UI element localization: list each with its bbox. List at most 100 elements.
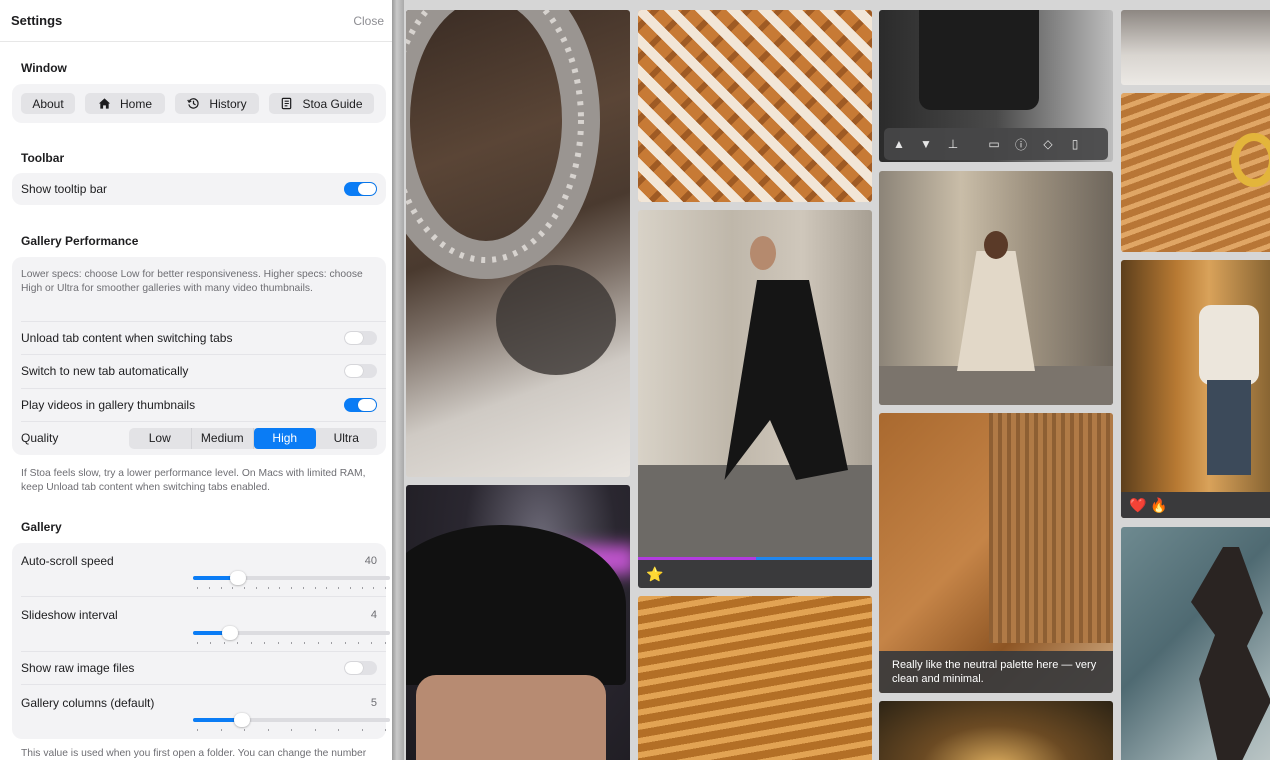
star-icon[interactable]: ⭐ bbox=[646, 566, 663, 583]
ring-illustration bbox=[406, 10, 616, 375]
scarf-shape bbox=[989, 413, 1113, 643]
toggle-knob bbox=[345, 364, 363, 377]
about-button-label: About bbox=[32, 96, 64, 111]
quality-label: Quality bbox=[21, 431, 59, 445]
gallery-tile[interactable] bbox=[879, 171, 1113, 405]
quality-option-ultra[interactable]: Ultra bbox=[316, 428, 378, 449]
gallery-tile[interactable] bbox=[1121, 527, 1270, 760]
trash-icon[interactable]: ▯ bbox=[1068, 137, 1082, 151]
slider-tick bbox=[267, 729, 269, 731]
slider-tick bbox=[317, 642, 319, 644]
photo-knit-mustard bbox=[638, 596, 872, 760]
photo-sunset bbox=[879, 701, 1113, 760]
history-button[interactable]: History bbox=[175, 93, 259, 114]
about-button[interactable]: About bbox=[21, 93, 75, 114]
slider-ticks bbox=[197, 587, 386, 589]
close-button[interactable]: Close bbox=[353, 14, 384, 28]
slider-tick bbox=[232, 587, 234, 589]
gallery-tile[interactable]: ⭐ bbox=[638, 210, 872, 588]
quality-option-low[interactable]: Low bbox=[129, 427, 192, 449]
quality-row: Quality Low Medium High Ultra bbox=[12, 421, 386, 455]
switch-new-tab-row: Switch to new tab automatically bbox=[12, 354, 386, 387]
slider-ticks bbox=[197, 729, 386, 731]
slider-tick bbox=[244, 587, 245, 589]
slider-tick bbox=[291, 587, 292, 589]
gallery-tile[interactable]: ❤️ 🔥 bbox=[1121, 260, 1270, 518]
play-videos-row: Play videos in gallery thumbnails bbox=[12, 388, 386, 421]
section-title-window: Window bbox=[21, 61, 67, 75]
gallery-tile[interactable] bbox=[1121, 93, 1270, 252]
performance-card: Lower specs: choose Low for better respo… bbox=[12, 257, 386, 455]
slider-tick bbox=[197, 587, 198, 589]
reaction-strip: ❤️ 🔥 bbox=[1121, 492, 1270, 518]
slider-tick bbox=[290, 642, 292, 644]
head-shape bbox=[750, 236, 776, 270]
slideshow-interval-slider[interactable] bbox=[193, 626, 390, 644]
gallery-tile[interactable] bbox=[1121, 10, 1270, 85]
toggle-knob bbox=[345, 331, 363, 344]
tag-icon[interactable]: ◇ bbox=[1041, 137, 1055, 151]
comment-bubble: Really like the neutral palette here — v… bbox=[879, 651, 1113, 693]
history-button-label: History bbox=[209, 96, 247, 111]
media-toolbar: ▲ ▼ ⊥ ▭ ⓘ ◇ ▯ bbox=[884, 128, 1108, 160]
up-icon[interactable]: ▲ bbox=[892, 137, 906, 151]
slider-tick bbox=[291, 729, 292, 731]
info-icon[interactable]: ⓘ bbox=[1014, 136, 1028, 153]
slider-tick bbox=[197, 729, 198, 731]
slider-thumb[interactable] bbox=[222, 626, 239, 640]
slideshow-interval-label: Slideshow interval bbox=[21, 608, 118, 622]
gallery-footnote: This value is used when you first open a… bbox=[21, 748, 367, 759]
gallery-tile[interactable]: Really like the neutral palette here — v… bbox=[879, 413, 1113, 693]
slider-tick bbox=[244, 729, 245, 731]
unload-tabs-label: Unload tab content when switching tabs bbox=[21, 330, 233, 345]
sidewalk bbox=[879, 366, 1113, 405]
show-tooltip-bar-row: Show tooltip bar bbox=[12, 173, 386, 205]
unload-tabs-row: Unload tab content when switching tabs bbox=[12, 321, 386, 354]
slider-tick bbox=[255, 587, 257, 589]
down-icon[interactable]: ▼ bbox=[919, 137, 933, 151]
slideshow-interval-value: 4 bbox=[370, 609, 377, 621]
switch-new-tab-toggle[interactable] bbox=[344, 363, 377, 378]
photo-houndstooth bbox=[638, 10, 872, 202]
pin-icon[interactable]: ⊥ bbox=[946, 137, 960, 151]
gallery-card: Auto-scroll speed 40 Slideshow interval … bbox=[12, 543, 390, 739]
slider-tick bbox=[279, 587, 281, 589]
gallery-tile[interactable] bbox=[638, 596, 872, 760]
panel-divider[interactable] bbox=[392, 0, 404, 760]
slider-ticks bbox=[197, 642, 386, 644]
slider-tick bbox=[385, 729, 386, 731]
slider-tick bbox=[237, 642, 239, 644]
gallery-tile[interactable]: ▲ ▼ ⊥ ▭ ⓘ ◇ ▯ bbox=[879, 10, 1113, 162]
gallery-grid: ⭐ ▲ ▼ ⊥ ▭ ⓘ ◇ ▯ Really like the neutral … bbox=[404, 0, 1270, 760]
gallery-tile[interactable] bbox=[638, 10, 872, 202]
sweater-shape bbox=[1199, 305, 1259, 385]
gallery-columns-slider[interactable] bbox=[193, 713, 390, 731]
gallery-tile[interactable] bbox=[406, 10, 630, 477]
stoa-guide-button[interactable]: Stoa Guide bbox=[269, 93, 374, 114]
quality-option-medium[interactable]: Medium bbox=[192, 427, 254, 449]
gallery-tile[interactable] bbox=[879, 701, 1113, 760]
slider-thumb[interactable] bbox=[234, 713, 251, 727]
slider-tick bbox=[331, 642, 333, 644]
slider-tick bbox=[385, 587, 386, 589]
show-raw-toggle[interactable] bbox=[344, 660, 377, 675]
gallery-tile[interactable] bbox=[406, 485, 630, 760]
gallery-columns-label: Gallery columns (default) bbox=[21, 696, 155, 710]
slider-tick bbox=[326, 587, 328, 589]
section-title-gallery: Gallery bbox=[21, 520, 62, 534]
history-icon bbox=[187, 98, 199, 109]
home-button[interactable]: Home bbox=[85, 93, 165, 114]
show-tooltip-bar-toggle[interactable] bbox=[344, 182, 377, 196]
auto-scroll-value: 40 bbox=[364, 555, 377, 567]
comment-icon[interactable]: ▭ bbox=[987, 137, 1001, 151]
play-videos-toggle[interactable] bbox=[344, 397, 377, 412]
slider-tick bbox=[361, 729, 363, 731]
heart-fire-reactions[interactable]: ❤️ 🔥 bbox=[1129, 497, 1168, 514]
slider-thumb[interactable] bbox=[230, 571, 247, 585]
unload-tabs-toggle[interactable] bbox=[344, 330, 377, 345]
auto-scroll-slider[interactable] bbox=[193, 571, 390, 589]
window-card: About Home History Stoa Guide bbox=[12, 84, 386, 123]
slider-tick bbox=[304, 642, 306, 644]
quality-option-high[interactable]: High bbox=[254, 427, 316, 449]
quality-segmented-control: Low Medium High Ultra bbox=[129, 427, 378, 449]
